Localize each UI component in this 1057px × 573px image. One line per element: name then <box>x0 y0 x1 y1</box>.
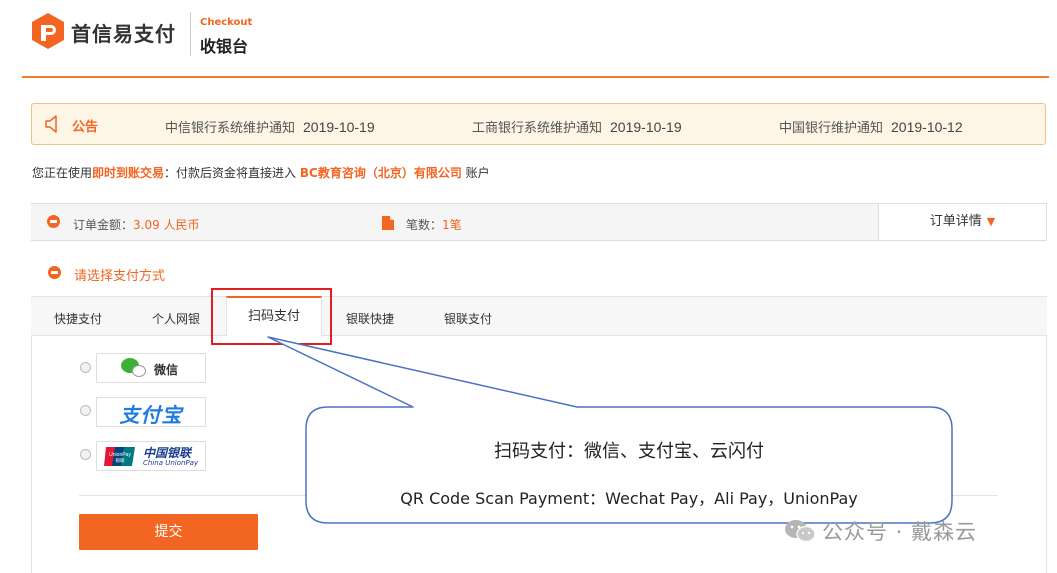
caret-down-icon: ▼ <box>986 215 996 228</box>
order-summary: 订单金额：3.09 人民币 笔数：1笔 订单详情 ▼ <box>31 203 1047 241</box>
header-divider <box>190 12 191 56</box>
section-title: 请选择支付方式 <box>74 269 166 284</box>
checkout-label-cn: 收银台 <box>200 37 249 56</box>
account-middle: ：付款后资金将直接进入 <box>164 166 297 180</box>
transaction-mode: 即时到账交易 <box>92 166 165 180</box>
brand-logo-icon <box>32 13 64 49</box>
tab-unionpay[interactable]: 银联支付 <box>444 310 492 327</box>
order-count-value: 1笔 <box>442 218 462 232</box>
wechat-bubble-icon <box>132 365 146 377</box>
brand-name: 首信易支付 <box>71 22 176 46</box>
order-amount-value: 3.09 人民币 <box>133 218 200 232</box>
radio-alipay[interactable] <box>80 405 91 416</box>
wechat-label: 微信 <box>154 363 179 377</box>
notice-item-date: 2019-10-19 <box>610 119 682 135</box>
unionpay-logo-icon: UnionPay 银联 <box>104 447 135 466</box>
unionpay-mark-text: UnionPay <box>109 452 131 458</box>
notice-item-title: 中国银行维护通知 <box>779 121 884 136</box>
tab-personal-banking[interactable]: 个人网银 <box>152 310 200 327</box>
callout-text-en: QR Code Scan Payment：Wechat Pay，Ali Pay，… <box>400 489 858 508</box>
radio-wechat[interactable] <box>80 362 91 373</box>
watermark-text: 公众号 · 戴森云 <box>822 520 978 544</box>
notice-bar: 公告 中信银行系统维护通知 2019-10-19 工商银行系统维护通知 2019-1… <box>31 103 1046 145</box>
order-details-button[interactable]: 订单详情 ▼ <box>878 203 1047 241</box>
callout-text-cn: 扫码支付：微信、支付宝、云闪付 <box>494 441 764 462</box>
notice-item-title: 中信银行系统维护通知 <box>165 121 296 136</box>
order-amount-label: 订单金额： <box>73 218 134 232</box>
option-unionpay[interactable]: UnionPay 银联 中国银联 China UnionPay <box>96 441 206 471</box>
notice-item[interactable]: 中信银行系统维护通知 2019-10-19 <box>165 117 375 136</box>
payment-tabs: 快捷支付 个人网银 扫码支付 银联快捷 银联支付 <box>31 296 1047 337</box>
notice-item-date: 2019-10-19 <box>303 119 375 135</box>
order-details-label: 订单详情 <box>929 214 982 229</box>
account-info: 您正在使用即时到账交易：付款后资金将直接进入 BC教育咨询（北京）有限公司 账户 <box>32 164 490 181</box>
unionpay-mark-cn: 银联 <box>116 457 125 464</box>
option-wechat[interactable]: 微信 <box>96 353 206 383</box>
tab-unionpay-quick[interactable]: 银联快捷 <box>346 310 394 327</box>
section-icon <box>48 266 61 279</box>
merchant-name: BC教育咨询（北京）有限公司 <box>299 166 462 180</box>
notice-item-title: 工商银行系统维护通知 <box>472 121 603 136</box>
order-amount: 订单金额：3.09 人民币 <box>73 216 200 233</box>
order-count: 笔数：1笔 <box>406 216 462 233</box>
account-prefix: 您正在使用 <box>32 166 93 180</box>
notice-item-date: 2019-10-12 <box>891 119 963 135</box>
document-icon <box>382 216 394 230</box>
submit-button[interactable]: 提交 <box>79 514 258 550</box>
unionpay-sublabel: China UnionPay <box>143 459 199 467</box>
order-count-label: 笔数： <box>406 218 443 232</box>
header: 首信易支付 Checkout 收银台 <box>0 0 1057 78</box>
tab-quick-pay[interactable]: 快捷支付 <box>54 310 102 327</box>
option-alipay[interactable]: 支付宝 <box>96 397 206 427</box>
alipay-logo-icon: 支付宝 <box>119 403 183 427</box>
wechat-watermark-icon <box>785 520 816 543</box>
checkout-label-en: Checkout <box>200 17 253 28</box>
notice-label: 公告 <box>72 120 99 135</box>
radio-unionpay[interactable] <box>80 449 91 460</box>
speaker-icon <box>45 115 57 133</box>
account-suffix: 账户 <box>465 166 490 180</box>
notice-item[interactable]: 中国银行维护通知 2019-10-12 <box>779 117 963 136</box>
notice-item[interactable]: 工商银行系统维护通知 2019-10-19 <box>472 117 682 136</box>
header-underline <box>22 76 1049 78</box>
amount-icon <box>47 215 60 228</box>
